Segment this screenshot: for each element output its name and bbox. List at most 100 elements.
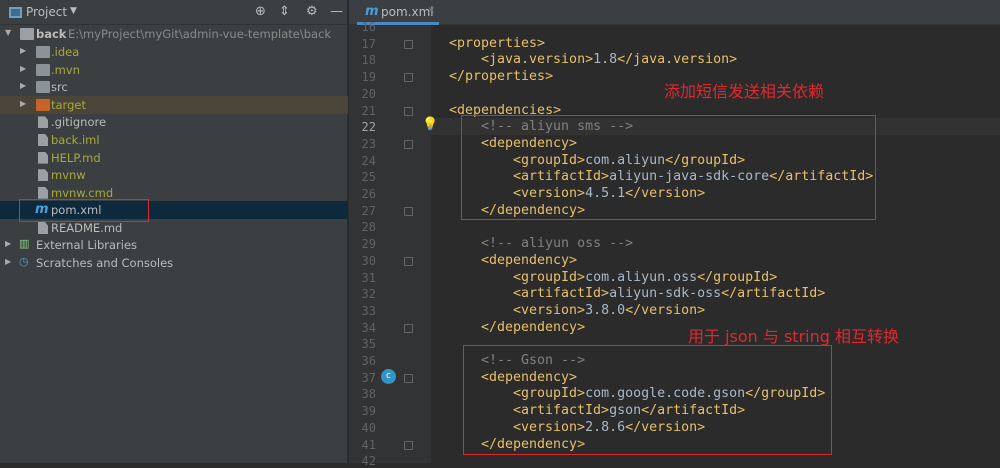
expand-arrow-icon[interactable]: ▶ <box>20 99 26 108</box>
tree-item-label: .mvn <box>51 62 80 77</box>
close-icon[interactable]: × <box>427 5 435 16</box>
tree-item[interactable]: ▶ .idea <box>0 43 348 61</box>
folder-icon <box>36 46 50 58</box>
line-number: 27 <box>361 203 376 218</box>
tree-item[interactable]: HELP.md <box>0 149 348 167</box>
line-number: 35 <box>361 337 376 352</box>
code-line: <!-- aliyun oss --> <box>481 236 634 252</box>
code-line: </properties> <box>449 69 554 85</box>
expand-arrow-icon[interactable]: ▶ <box>5 257 11 266</box>
line-number: 18 <box>361 53 376 68</box>
chevron-down-icon[interactable]: ▼ <box>70 6 77 16</box>
code-line: <groupId>com.aliyun.oss</groupId> <box>513 269 778 285</box>
tree-item[interactable]: back.iml <box>0 131 348 149</box>
project-icon <box>9 7 22 18</box>
shell-file-icon <box>38 169 48 182</box>
fold-marker-icon[interactable] <box>404 73 413 83</box>
expand-arrow-icon[interactable]: ▶ <box>20 64 26 73</box>
libraries-icon: ▥ <box>19 237 30 250</box>
lightbulb-icon[interactable]: 💡 <box>422 117 438 132</box>
line-number: 23 <box>361 136 376 151</box>
line-number: 31 <box>361 270 376 285</box>
code-line: <java.version>1.8</java.version> <box>481 52 738 68</box>
fold-marker-icon[interactable] <box>404 106 413 116</box>
code-line: <artifactId>aliyun-sdk-oss</artifactId> <box>513 286 826 302</box>
file-icon <box>38 186 48 199</box>
code-line: </dependency> <box>481 319 586 335</box>
tree-item[interactable]: ▶ target <box>0 95 348 114</box>
line-number: 24 <box>361 153 376 168</box>
tree-item-label: back.iml <box>51 133 100 147</box>
tree-item-label: .idea <box>51 45 80 59</box>
folder-icon <box>36 81 50 94</box>
tree-item-label: target <box>51 97 86 112</box>
line-number: 33 <box>361 303 376 318</box>
line-number: 16 <box>361 20 376 34</box>
tree-item-label: HELP.md <box>51 150 101 165</box>
line-number: 25 <box>361 170 376 185</box>
annotation-sms: 添加短信发送相关依赖 <box>664 82 825 101</box>
line-number: 40 <box>361 420 376 435</box>
line-number: 21 <box>361 103 376 118</box>
fold-marker-icon[interactable] <box>404 323 413 333</box>
maven-icon: m <box>365 4 379 19</box>
tree-item[interactable]: mvnw <box>0 166 348 184</box>
markdown-file-icon <box>38 151 48 164</box>
line-number: 39 <box>361 404 376 419</box>
expand-arrow-icon[interactable]: ▶ <box>5 239 11 248</box>
tree-root-back[interactable]: ▼ back E:\myProject\myGit\admin-vue-temp… <box>0 25 348 43</box>
override-gutter-icon[interactable]: c <box>381 369 396 384</box>
line-number: 30 <box>361 253 376 268</box>
line-number: 38 <box>361 387 376 402</box>
line-number: 28 <box>361 220 376 235</box>
fold-marker-icon[interactable] <box>404 373 413 383</box>
gear-icon[interactable]: ⚙ <box>306 4 318 19</box>
tree-item-label: mvnw.cmd <box>51 185 114 200</box>
line-number: 22 <box>361 120 376 135</box>
line-number: 42 <box>361 454 376 468</box>
minimize-icon[interactable]: — <box>330 4 343 19</box>
line-number: 34 <box>361 320 376 335</box>
tree-item-label: src <box>51 80 68 95</box>
highlight-box-gson <box>463 345 832 455</box>
fold-marker-icon[interactable] <box>404 139 413 149</box>
markdown-file-icon <box>38 222 48 234</box>
expand-arrow-icon[interactable]: ▶ <box>20 81 26 90</box>
line-number: 37 <box>361 370 376 385</box>
editor-tab-bar: m pom.xml × <box>349 0 1000 25</box>
scratches-icon: ◷ <box>19 255 29 268</box>
fold-marker-icon[interactable] <box>404 39 413 49</box>
line-number: 19 <box>361 70 376 85</box>
line-number: 20 <box>361 86 376 101</box>
fold-marker-icon[interactable] <box>404 206 413 216</box>
code-line: <dependency> <box>481 252 578 268</box>
fold-marker-icon[interactable] <box>404 256 413 266</box>
tree-scratches[interactable]: ▶ ◷ Scratches and Consoles <box>0 254 348 272</box>
excluded-folder-icon <box>36 98 50 111</box>
highlight-box-pom <box>19 199 149 222</box>
file-icon <box>38 116 48 129</box>
tree-item-label: mvnw <box>51 168 86 183</box>
tree-item-label: .gitignore <box>51 115 107 130</box>
fold-marker-icon[interactable] <box>404 440 413 450</box>
tree-item-label: README.md <box>51 221 123 235</box>
line-number: 32 <box>361 287 376 302</box>
line-number: 36 <box>361 354 376 368</box>
annotation-gson: 用于 json 与 string 相互转换 <box>688 327 899 346</box>
file-icon <box>38 134 48 146</box>
tree-item[interactable]: ▶ src <box>0 78 348 96</box>
tree-external-libraries[interactable]: ▶ ▥ External Libraries <box>0 236 348 254</box>
expand-arrow-icon[interactable]: ▶ <box>20 46 26 55</box>
tree-item[interactable]: ▶ .mvn <box>0 61 348 79</box>
label: Scratches and Consoles <box>36 256 174 270</box>
locate-icon[interactable]: ⊕ <box>255 4 266 19</box>
project-panel-header: Project ▼ ⊕ ⇕ ⚙ — <box>0 0 347 25</box>
tab-label: pom.xml <box>381 5 434 19</box>
module-folder-icon <box>20 28 34 40</box>
project-view-selector[interactable]: Project <box>26 5 67 19</box>
collapse-all-icon[interactable]: ⇕ <box>279 4 290 19</box>
line-number: 41 <box>361 437 376 452</box>
expand-arrow-icon[interactable]: ▼ <box>5 28 11 37</box>
code-line: <properties> <box>449 35 546 51</box>
tree-item[interactable]: .gitignore <box>0 113 348 131</box>
